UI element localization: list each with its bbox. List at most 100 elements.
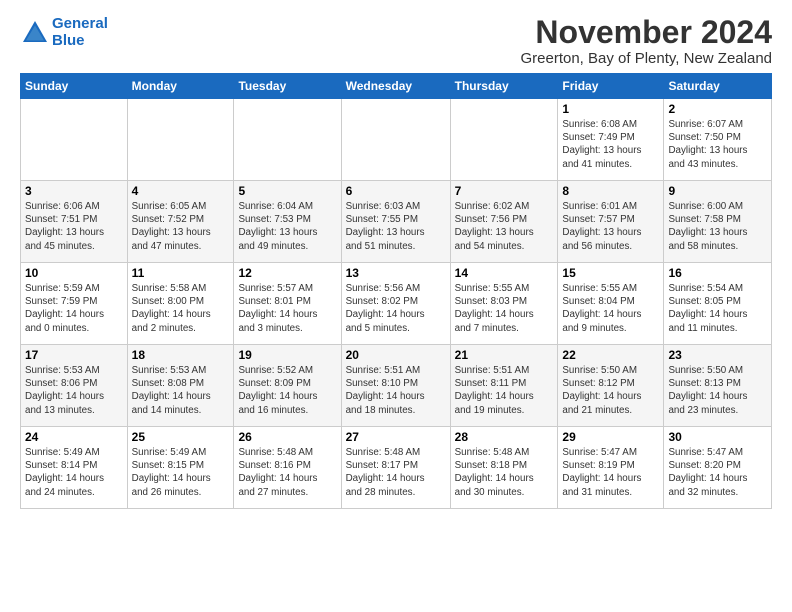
day-number: 18 bbox=[132, 348, 230, 362]
day-number: 30 bbox=[668, 430, 767, 444]
calendar-cell: 26 Sunrise: 5:48 AM Sunset: 8:16 PM Dayli… bbox=[234, 427, 341, 509]
day-number: 27 bbox=[346, 430, 446, 444]
col-saturday: Saturday bbox=[664, 74, 772, 99]
day-number: 7 bbox=[455, 184, 554, 198]
calendar-cell: 4 Sunrise: 6:05 AM Sunset: 7:52 PM Daylig… bbox=[127, 181, 234, 263]
day-info: Sunrise: 5:57 AM Sunset: 8:01 PM Dayligh… bbox=[238, 282, 336, 335]
calendar-week-3: 17 Sunrise: 5:53 AM Sunset: 8:06 PM Dayli… bbox=[21, 345, 772, 427]
calendar-cell bbox=[450, 99, 558, 181]
month-title: November 2024 bbox=[520, 16, 772, 48]
calendar-cell: 12 Sunrise: 5:57 AM Sunset: 8:01 PM Dayli… bbox=[234, 263, 341, 345]
day-info: Sunrise: 5:50 AM Sunset: 8:13 PM Dayligh… bbox=[668, 364, 767, 417]
day-number: 16 bbox=[668, 266, 767, 280]
calendar-cell: 10Sunrise: 5:59 AM Sunset: 7:59 PM Dayli… bbox=[21, 263, 128, 345]
day-info: Sunrise: 5:49 AM Sunset: 8:15 PM Dayligh… bbox=[132, 446, 230, 499]
day-info: Sunrise: 5:58 AM Sunset: 8:00 PM Dayligh… bbox=[132, 282, 230, 335]
calendar-cell: 1 Sunrise: 6:08 AM Sunset: 7:49 PM Daylig… bbox=[558, 99, 664, 181]
calendar-cell: 11 Sunrise: 5:58 AM Sunset: 8:00 PM Dayli… bbox=[127, 263, 234, 345]
day-info: Sunrise: 5:56 AM Sunset: 8:02 PM Dayligh… bbox=[346, 282, 446, 335]
day-number: 11 bbox=[132, 266, 230, 280]
day-info: Sunrise: 5:48 AM Sunset: 8:17 PM Dayligh… bbox=[346, 446, 446, 499]
day-number: 24 bbox=[25, 430, 123, 444]
day-info: Sunrise: 5:49 AM Sunset: 8:14 PM Dayligh… bbox=[25, 446, 123, 499]
calendar-cell: 30 Sunrise: 5:47 AM Sunset: 8:20 PM Dayli… bbox=[664, 427, 772, 509]
calendar-cell: 17 Sunrise: 5:53 AM Sunset: 8:06 PM Dayli… bbox=[21, 345, 128, 427]
calendar-cell: 3 Sunrise: 6:06 AM Sunset: 7:51 PM Daylig… bbox=[21, 181, 128, 263]
day-info: Sunrise: 6:08 AM Sunset: 7:49 PM Dayligh… bbox=[562, 118, 659, 171]
col-sunday: Sunday bbox=[21, 74, 128, 99]
day-number: 1 bbox=[562, 102, 659, 116]
day-info: Sunrise: 6:05 AM Sunset: 7:52 PM Dayligh… bbox=[132, 200, 230, 253]
day-info: Sunrise: 6:06 AM Sunset: 7:51 PM Dayligh… bbox=[25, 200, 123, 253]
day-number: 12 bbox=[238, 266, 336, 280]
calendar-cell: 5Sunrise: 6:04 AM Sunset: 7:53 PM Daylig… bbox=[234, 181, 341, 263]
day-number: 9 bbox=[668, 184, 767, 198]
day-number: 2 bbox=[668, 102, 767, 116]
day-number: 13 bbox=[346, 266, 446, 280]
calendar-week-1: 3 Sunrise: 6:06 AM Sunset: 7:51 PM Daylig… bbox=[21, 181, 772, 263]
calendar-cell: 9Sunrise: 6:00 AM Sunset: 7:58 PM Daylig… bbox=[664, 181, 772, 263]
day-number: 5 bbox=[238, 184, 336, 198]
day-info: Sunrise: 5:47 AM Sunset: 8:19 PM Dayligh… bbox=[562, 446, 659, 499]
day-number: 6 bbox=[346, 184, 446, 198]
day-info: Sunrise: 5:59 AM Sunset: 7:59 PM Dayligh… bbox=[25, 282, 123, 335]
logo: General Blue bbox=[20, 16, 108, 49]
day-number: 20 bbox=[346, 348, 446, 362]
calendar-cell: 16 Sunrise: 5:54 AM Sunset: 8:05 PM Dayli… bbox=[664, 263, 772, 345]
calendar-cell: 7 Sunrise: 6:02 AM Sunset: 7:56 PM Daylig… bbox=[450, 181, 558, 263]
day-number: 8 bbox=[562, 184, 659, 198]
day-info: Sunrise: 6:01 AM Sunset: 7:57 PM Dayligh… bbox=[562, 200, 659, 253]
col-thursday: Thursday bbox=[450, 74, 558, 99]
day-number: 29 bbox=[562, 430, 659, 444]
calendar-cell: 8 Sunrise: 6:01 AM Sunset: 7:57 PM Daylig… bbox=[558, 181, 664, 263]
day-number: 25 bbox=[132, 430, 230, 444]
day-info: Sunrise: 6:03 AM Sunset: 7:55 PM Dayligh… bbox=[346, 200, 446, 253]
day-number: 22 bbox=[562, 348, 659, 362]
calendar-week-0: 1 Sunrise: 6:08 AM Sunset: 7:49 PM Daylig… bbox=[21, 99, 772, 181]
calendar-header-row: Sunday Monday Tuesday Wednesday Thursday… bbox=[21, 74, 772, 99]
calendar-cell: 6 Sunrise: 6:03 AM Sunset: 7:55 PM Daylig… bbox=[341, 181, 450, 263]
col-friday: Friday bbox=[558, 74, 664, 99]
day-info: Sunrise: 5:55 AM Sunset: 8:03 PM Dayligh… bbox=[455, 282, 554, 335]
calendar-cell: 29 Sunrise: 5:47 AM Sunset: 8:19 PM Dayli… bbox=[558, 427, 664, 509]
day-number: 14 bbox=[455, 266, 554, 280]
day-info: Sunrise: 5:51 AM Sunset: 8:11 PM Dayligh… bbox=[455, 364, 554, 417]
day-info: Sunrise: 5:53 AM Sunset: 8:08 PM Dayligh… bbox=[132, 364, 230, 417]
calendar: Sunday Monday Tuesday Wednesday Thursday… bbox=[20, 73, 772, 509]
day-number: 4 bbox=[132, 184, 230, 198]
calendar-cell: 27 Sunrise: 5:48 AM Sunset: 8:17 PM Dayli… bbox=[341, 427, 450, 509]
logo-icon bbox=[20, 18, 50, 48]
day-number: 3 bbox=[25, 184, 123, 198]
day-info: Sunrise: 6:02 AM Sunset: 7:56 PM Dayligh… bbox=[455, 200, 554, 253]
logo-line1: General bbox=[52, 15, 108, 32]
calendar-cell: 22Sunrise: 5:50 AM Sunset: 8:12 PM Dayli… bbox=[558, 345, 664, 427]
calendar-cell: 13 Sunrise: 5:56 AM Sunset: 8:02 PM Dayli… bbox=[341, 263, 450, 345]
day-info: Sunrise: 5:48 AM Sunset: 8:18 PM Dayligh… bbox=[455, 446, 554, 499]
calendar-cell: 19 Sunrise: 5:52 AM Sunset: 8:09 PM Dayli… bbox=[234, 345, 341, 427]
calendar-cell bbox=[127, 99, 234, 181]
day-info: Sunrise: 5:54 AM Sunset: 8:05 PM Dayligh… bbox=[668, 282, 767, 335]
calendar-cell: 24 Sunrise: 5:49 AM Sunset: 8:14 PM Dayli… bbox=[21, 427, 128, 509]
day-number: 17 bbox=[25, 348, 123, 362]
day-number: 26 bbox=[238, 430, 336, 444]
calendar-cell: 23Sunrise: 5:50 AM Sunset: 8:13 PM Dayli… bbox=[664, 345, 772, 427]
calendar-cell: 14 Sunrise: 5:55 AM Sunset: 8:03 PM Dayli… bbox=[450, 263, 558, 345]
header: General Blue November 2024 Greerton, Bay… bbox=[20, 16, 772, 67]
day-info: Sunrise: 5:48 AM Sunset: 8:16 PM Dayligh… bbox=[238, 446, 336, 499]
day-info: Sunrise: 6:07 AM Sunset: 7:50 PM Dayligh… bbox=[668, 118, 767, 171]
calendar-cell: 21Sunrise: 5:51 AM Sunset: 8:11 PM Dayli… bbox=[450, 345, 558, 427]
logo-text: General Blue bbox=[52, 16, 108, 49]
day-info: Sunrise: 5:47 AM Sunset: 8:20 PM Dayligh… bbox=[668, 446, 767, 499]
day-number: 19 bbox=[238, 348, 336, 362]
day-info: Sunrise: 5:55 AM Sunset: 8:04 PM Dayligh… bbox=[562, 282, 659, 335]
calendar-cell: 15 Sunrise: 5:55 AM Sunset: 8:04 PM Dayli… bbox=[558, 263, 664, 345]
calendar-cell: 18 Sunrise: 5:53 AM Sunset: 8:08 PM Dayli… bbox=[127, 345, 234, 427]
col-tuesday: Tuesday bbox=[234, 74, 341, 99]
col-monday: Monday bbox=[127, 74, 234, 99]
day-number: 28 bbox=[455, 430, 554, 444]
day-info: Sunrise: 5:53 AM Sunset: 8:06 PM Dayligh… bbox=[25, 364, 123, 417]
day-info: Sunrise: 5:51 AM Sunset: 8:10 PM Dayligh… bbox=[346, 364, 446, 417]
day-info: Sunrise: 5:52 AM Sunset: 8:09 PM Dayligh… bbox=[238, 364, 336, 417]
calendar-cell: 25 Sunrise: 5:49 AM Sunset: 8:15 PM Dayli… bbox=[127, 427, 234, 509]
day-number: 15 bbox=[562, 266, 659, 280]
